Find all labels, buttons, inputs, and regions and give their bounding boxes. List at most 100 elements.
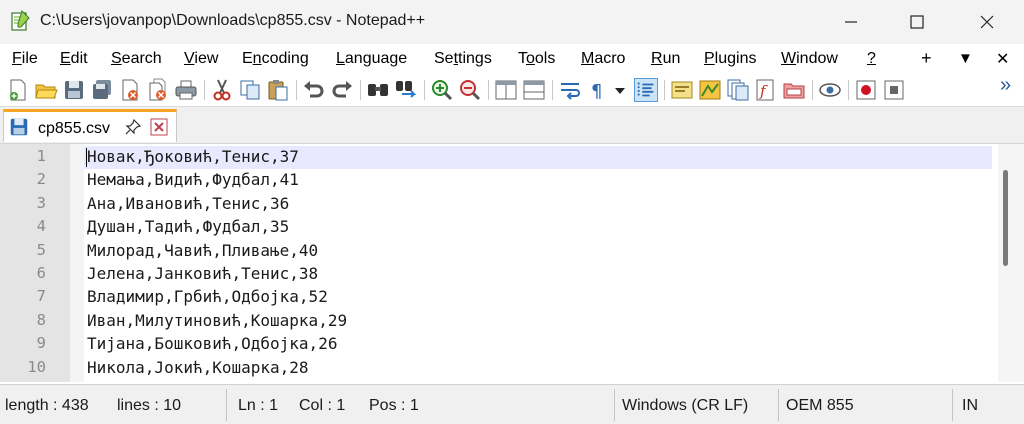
- text-line[interactable]: Иван,Милутиновић,Кошарка,29: [87, 309, 347, 332]
- copy-icon[interactable]: [238, 78, 262, 102]
- text-caret: [86, 148, 87, 167]
- new-file-icon[interactable]: [6, 78, 30, 102]
- close-tab-icon[interactable]: [150, 118, 168, 136]
- save-icon[interactable]: [62, 78, 86, 102]
- text-line[interactable]: Милорад,Чавић,Пливање,40: [87, 239, 318, 262]
- tab-list-dropdown[interactable]: ▼: [958, 50, 973, 67]
- menu-plugins[interactable]: Plugins: [704, 50, 756, 68]
- paste-icon[interactable]: [266, 78, 290, 102]
- tab-label: cp855.csv: [38, 120, 111, 137]
- menu-run[interactable]: Run: [651, 50, 680, 68]
- toolbar-separator: [488, 80, 489, 100]
- status-encoding[interactable]: OEM 855: [786, 397, 854, 415]
- toolbar-overflow-button[interactable]: »: [1000, 74, 1011, 97]
- redo-icon[interactable]: [330, 78, 354, 102]
- menu-tools[interactable]: Tools: [518, 50, 555, 68]
- notepadpp-icon: [11, 10, 30, 31]
- close-window-button[interactable]: [958, 0, 1016, 44]
- status-bar: length : 438 lines : 10 Ln : 1 Col : 1 P…: [0, 384, 1024, 424]
- function-list-icon[interactable]: f: [754, 78, 778, 102]
- line-number-gutter: 1 2 3 4 5 6 7 8 9 10: [0, 144, 70, 382]
- find-icon[interactable]: [366, 78, 390, 102]
- menu-encoding[interactable]: Encoding: [242, 50, 309, 68]
- toolbar-separator: [812, 80, 813, 100]
- zoom-out-icon[interactable]: [458, 78, 482, 102]
- toolbar-separator: [664, 80, 665, 100]
- menu-language[interactable]: Language: [336, 50, 407, 68]
- text-line[interactable]: Ана,Ивановић,Тенис,36: [87, 192, 289, 215]
- undo-icon[interactable]: [302, 78, 326, 102]
- text-line[interactable]: Новак,Ђоковић,Тенис,37: [87, 145, 299, 168]
- line-number: 5: [36, 240, 46, 259]
- fold-margin[interactable]: [70, 144, 84, 382]
- status-insert-mode[interactable]: IN: [962, 397, 978, 415]
- toolbar-separator: [552, 80, 553, 100]
- status-separator: [778, 389, 779, 421]
- document-map-icon[interactable]: [698, 78, 722, 102]
- save-all-icon[interactable]: [90, 78, 114, 102]
- folder-as-workspace-icon[interactable]: [782, 78, 806, 102]
- menu-window[interactable]: Window: [781, 50, 838, 68]
- sync-horizontal-icon[interactable]: [522, 78, 546, 102]
- sync-vertical-icon[interactable]: [494, 78, 518, 102]
- zoom-in-icon[interactable]: [430, 78, 454, 102]
- text-line[interactable]: Јелена,Јанковић,Тенис,38: [87, 262, 318, 285]
- menu-search[interactable]: Search: [111, 50, 162, 68]
- tab-bar: cp855.csv: [0, 107, 1024, 144]
- indent-guide-icon[interactable]: [634, 78, 658, 102]
- stop-record-icon[interactable]: [882, 78, 906, 102]
- chevron-down-icon[interactable]: [612, 78, 628, 102]
- document-list-icon[interactable]: [726, 78, 750, 102]
- text-line[interactable]: Душан,Тадић,Фудбал,35: [87, 215, 289, 238]
- status-separator: [952, 389, 953, 421]
- line-number: 8: [36, 310, 46, 329]
- window-title: C:\Users\jovanpop\Downloads\cp855.csv - …: [40, 12, 426, 29]
- vertical-scrollbar[interactable]: [998, 144, 1024, 382]
- menu-edit[interactable]: Edit: [60, 50, 88, 68]
- status-separator: [226, 389, 227, 421]
- tab-cp855-csv[interactable]: cp855.csv: [3, 109, 177, 142]
- close-document-button[interactable]: ✕: [996, 49, 1009, 69]
- add-new-button[interactable]: +: [921, 48, 932, 69]
- minimize-icon: [845, 21, 857, 23]
- minimize-button[interactable]: [822, 0, 880, 44]
- text-line[interactable]: Тијана,Бошковић,Одбојка,26: [87, 332, 337, 355]
- close-file-icon[interactable]: [118, 78, 142, 102]
- toolbar-separator: [296, 80, 297, 100]
- record-macro-icon[interactable]: [854, 78, 878, 102]
- word-wrap-icon[interactable]: [558, 78, 582, 102]
- menu-bar: File Edit Search View Encoding Language …: [0, 44, 1024, 74]
- monitoring-icon[interactable]: [818, 78, 842, 102]
- menu-view[interactable]: View: [184, 50, 218, 68]
- pin-icon[interactable]: [124, 118, 142, 136]
- maximize-button[interactable]: [888, 0, 946, 44]
- line-number: 1: [36, 147, 46, 165]
- text-line[interactable]: Владимир,Грбић,Одбојка,52: [87, 285, 328, 308]
- replace-icon[interactable]: [394, 78, 418, 102]
- text-line[interactable]: Немања,Видић,Фудбал,41: [87, 168, 299, 191]
- toolbar-separator: [204, 80, 205, 100]
- print-icon[interactable]: [174, 78, 198, 102]
- open-file-icon[interactable]: [34, 78, 58, 102]
- user-defined-language-icon[interactable]: [670, 78, 694, 102]
- close-all-icon[interactable]: [146, 78, 170, 102]
- editor[interactable]: 1 2 3 4 5 6 7 8 9 10 Новак,Ђоковић,Тенис…: [0, 144, 1024, 382]
- menu-macro[interactable]: Macro: [581, 50, 625, 68]
- status-length: length : 438: [5, 397, 89, 414]
- show-all-characters-icon[interactable]: ¶: [586, 78, 610, 102]
- line-number: 3: [36, 193, 46, 212]
- line-number: 4: [36, 217, 46, 236]
- cut-icon[interactable]: [210, 78, 234, 102]
- menu-file[interactable]: File: [12, 50, 38, 68]
- menu-settings[interactable]: Settings: [434, 50, 492, 68]
- status-column: Col : 1: [299, 397, 346, 414]
- scrollbar-thumb[interactable]: [1003, 170, 1008, 266]
- line-number: 10: [27, 357, 46, 376]
- line-number: 6: [36, 264, 46, 282]
- save-icon: [10, 118, 28, 136]
- toolbar-separator: [848, 80, 849, 100]
- status-lines: lines : 10: [117, 397, 182, 414]
- menu-help[interactable]: ?: [867, 50, 876, 68]
- text-line[interactable]: Никола,Јокић,Кошарка,28: [87, 356, 309, 379]
- status-eol-format[interactable]: Windows (CR LF): [622, 397, 748, 415]
